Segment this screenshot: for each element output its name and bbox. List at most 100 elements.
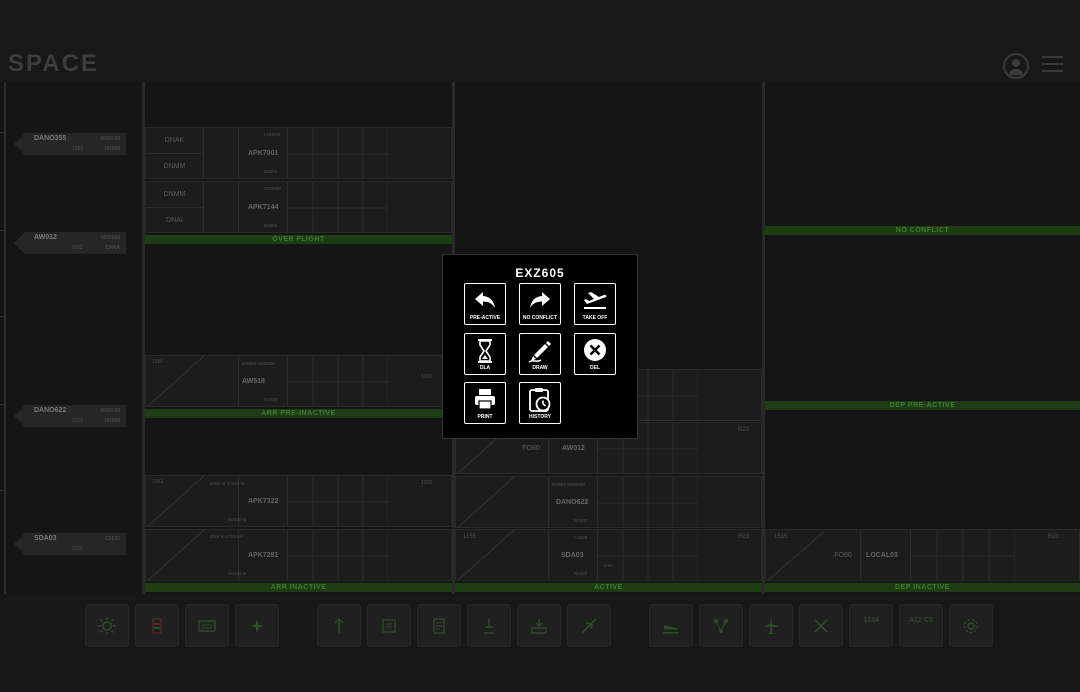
strip-callsign: APK7322 — [248, 498, 279, 505]
button-label: PRE-ACTIVE — [469, 315, 501, 321]
forward-arrow-icon — [520, 288, 560, 314]
tag-info: 1155 — [72, 546, 83, 552]
tag-info: DNMM — [104, 418, 120, 424]
strip-destination: DNMM — [146, 154, 204, 178]
radar-button[interactable] — [235, 604, 279, 647]
tray-button[interactable] — [517, 604, 561, 647]
strip-time: 1202 — [152, 479, 164, 485]
tag-info: M0650M — [100, 136, 120, 142]
flight-tag[interactable]: SDA03 C1500 1155 — [14, 533, 126, 555]
strip-cell — [204, 356, 239, 406]
app-logo: SPACE — [8, 50, 99, 77]
tag-info: M0650M — [100, 408, 120, 414]
hamburger-menu-icon[interactable] — [1042, 56, 1063, 72]
strip-level: L1850M — [264, 132, 281, 137]
strip-speed: N0283 — [264, 169, 278, 174]
airplane-icon — [581, 618, 597, 634]
status-bar-arr-inactive: ARR INACTIVE — [145, 583, 452, 592]
strip-speed: N0083 — [264, 223, 278, 228]
strip-print-button[interactable] — [367, 604, 411, 647]
arrow-sort-icon — [334, 617, 344, 633]
keyboard-button[interactable] — [185, 604, 229, 647]
flight-strip[interactable]: 1250 DNMM M0850M AW518 N0430 1000 — [145, 355, 452, 407]
strip-time: 1515 — [774, 534, 788, 540]
sun-icon — [98, 617, 116, 635]
take-off-button[interactable]: TAKE OFF — [574, 283, 616, 325]
strip-cell — [514, 477, 549, 527]
emergency-button[interactable] — [799, 604, 843, 647]
flight-tag[interactable]: DANO355 M0650M 1020 DNMM — [14, 133, 126, 155]
network-icon — [714, 619, 728, 633]
settings-button[interactable] — [949, 604, 993, 647]
airplane-departure-button[interactable] — [749, 604, 793, 647]
strip-grid — [288, 182, 389, 232]
clearance-button[interactable] — [467, 604, 511, 647]
strip-grid — [288, 476, 389, 526]
strip-grid — [911, 530, 1016, 580]
flight-strip[interactable]: 1202 DNM M S7200 M APK7322 N0430 M 1202 — [145, 475, 452, 527]
airplane-top-icon — [763, 618, 779, 634]
aircraft-button[interactable] — [567, 604, 611, 647]
draw-button[interactable]: DRAW — [519, 333, 561, 375]
flight-tag[interactable]: AW012 N0330M 1152 DNKA — [14, 232, 126, 254]
button-label: DRAW — [532, 365, 548, 371]
strip-print-icon — [382, 619, 396, 633]
strip-runway: R23 — [1048, 534, 1060, 540]
strip-callsign: AW518 — [242, 378, 265, 385]
strip-diagonal — [147, 530, 204, 580]
document-button[interactable] — [417, 604, 461, 647]
print-button[interactable]: PRINT — [464, 382, 506, 424]
brightness-button[interactable] — [85, 604, 129, 647]
timeline-tick — [0, 132, 6, 133]
strip-level: DNM M S7200 M — [210, 481, 245, 486]
squawk-button[interactable]: 1234 — [849, 604, 893, 647]
strip-callsign: APK7144 — [248, 204, 279, 211]
strip-bay-button[interactable] — [135, 604, 179, 647]
flight-strip[interactable]: DNAK DNMM L1850M APK7001 N0283 — [145, 127, 452, 179]
strip-grid — [598, 477, 699, 527]
altitude-button[interactable]: A12 C0 — [899, 604, 943, 647]
no-conflict-button[interactable]: NO CONFLICT — [519, 283, 561, 325]
tag-info: 1153 — [72, 418, 83, 424]
strip-grid — [598, 530, 699, 580]
button-label: DLA — [479, 365, 491, 371]
strip-diagonal — [457, 477, 514, 527]
status-bar-no-conflict: NO CONFLICT — [765, 226, 1080, 235]
strip-level: DNMM M0850M — [242, 361, 275, 366]
flight-tag[interactable]: DANO622 M0650M 1153 DNMM — [14, 405, 126, 427]
airplane-alert-icon — [814, 619, 828, 633]
user-account-icon[interactable] — [1003, 53, 1029, 79]
strip-callsign: AW012 — [562, 445, 585, 452]
arrival-sort-button[interactable] — [317, 604, 361, 647]
close-circle-icon — [575, 338, 615, 364]
clearance-icon — [484, 619, 494, 634]
column-divider — [4, 82, 6, 594]
strip-grid — [288, 356, 389, 406]
strip-level: C1500 — [574, 535, 588, 540]
delete-button[interactable]: DEL — [574, 333, 616, 375]
strip-runway: R23 — [738, 534, 750, 540]
history-button[interactable]: HISTORY — [519, 382, 561, 424]
strip-level: DNMM M0650M — [552, 482, 585, 487]
flight-strip[interactable]: DNMM M0650M DANO622 N0430 — [455, 476, 762, 528]
button-label: NO CONFLICT — [522, 315, 558, 321]
strip-time: 1155 — [463, 534, 476, 540]
strip-grid — [288, 530, 389, 580]
dla-button[interactable]: DLA — [464, 333, 506, 375]
flight-strip[interactable]: 1155 C1500 SDA03 N0430 1155 R23 — [455, 529, 762, 581]
status-bar-over-flight: OVER FLIGHT — [145, 235, 452, 244]
flight-strip[interactable]: 1515 FO80 LOCAL03 R23 — [765, 529, 1080, 581]
strip-level: DNK K S7200 M — [210, 534, 244, 539]
network-button[interactable] — [699, 604, 743, 647]
flight-strip[interactable]: DNMM DNAI S0150M APK7144 N0083 — [145, 181, 452, 233]
strip-departure: DNAK — [146, 128, 204, 154]
timeline-tick — [0, 404, 6, 405]
landing-button[interactable] — [649, 604, 693, 647]
popup-title: EXZ605 — [515, 266, 565, 280]
strip-cell — [514, 530, 549, 580]
hourglass-icon — [465, 338, 505, 364]
pre-active-button[interactable]: PRE-ACTIVE — [464, 283, 506, 325]
flight-strip[interactable]: DNK K S7200 M APK7281 N0430 M — [145, 529, 452, 581]
tag-info: C1500 — [105, 536, 120, 542]
strip-callsign: DANO622 — [556, 499, 589, 506]
